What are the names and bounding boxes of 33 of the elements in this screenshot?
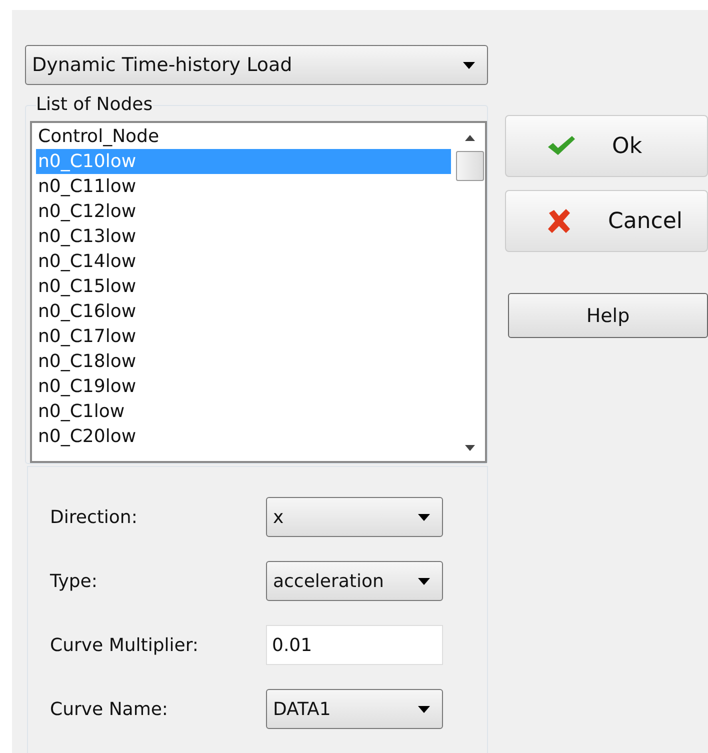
field-label: Type: xyxy=(50,570,98,592)
list-item[interactable]: n0_C19low xyxy=(36,374,451,399)
ok-button[interactable]: Ok xyxy=(505,115,708,177)
list-item[interactable]: n0_C15low xyxy=(36,274,451,299)
input-field[interactable]: 0.01 xyxy=(266,625,443,665)
list-item[interactable]: Control_Node xyxy=(36,124,451,149)
scroll-thumb[interactable] xyxy=(456,151,484,181)
list-item[interactable]: n0_C18low xyxy=(36,349,451,374)
caret-icon xyxy=(418,514,430,520)
dropdown[interactable]: DATA1 xyxy=(266,689,443,729)
cancel-button[interactable]: Cancel xyxy=(505,190,708,252)
caret-icon xyxy=(463,62,475,68)
list-item[interactable]: n0_C11low xyxy=(36,174,451,199)
list-item[interactable]: n0_C14low xyxy=(36,249,451,274)
field-label: Direction: xyxy=(50,506,138,528)
list-item[interactable]: n0_C13low xyxy=(36,224,451,249)
scroll-up-icon[interactable] xyxy=(465,135,475,141)
list-item[interactable]: n0_C17low xyxy=(36,324,451,349)
list-item[interactable]: n0_C12low xyxy=(36,199,451,224)
list-item[interactable]: n0_C20low xyxy=(36,424,451,449)
caret-icon xyxy=(418,706,430,712)
scroll-down-icon[interactable] xyxy=(465,445,475,451)
caret-icon xyxy=(418,578,430,584)
list-item[interactable]: n0_C1low xyxy=(36,399,451,424)
field-label: Curve Multiplier: xyxy=(50,634,200,656)
dropdown[interactable]: acceleration xyxy=(266,561,443,601)
load-type-dropdown[interactable]: Dynamic Time-history Load xyxy=(25,45,488,85)
list-item[interactable]: n0_C16low xyxy=(36,299,451,324)
field-label: Curve Name: xyxy=(50,698,169,720)
close-icon xyxy=(546,208,572,234)
help-button[interactable]: Help xyxy=(508,293,708,338)
check-icon xyxy=(546,135,576,157)
dropdown[interactable]: x xyxy=(266,497,443,537)
